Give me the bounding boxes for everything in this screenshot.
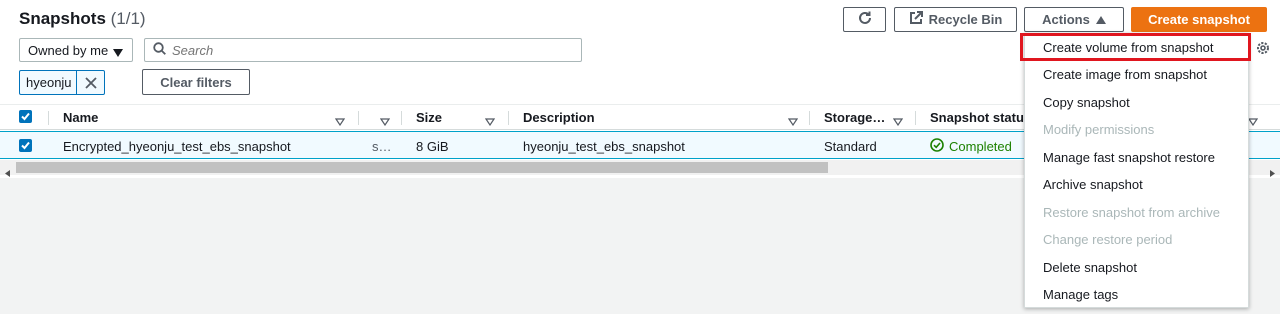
menu-item-manage-tags[interactable]: Manage tags (1043, 287, 1118, 302)
row-name: Encrypted_hyeonju_test_ebs_snapshot (63, 139, 291, 154)
sort-icon[interactable] (1247, 113, 1259, 131)
column-header-name[interactable]: Name (63, 110, 98, 125)
menu-item-delete-snapshot[interactable]: Delete snapshot (1043, 260, 1137, 275)
column-divider (358, 111, 359, 125)
actions-button[interactable]: Actions (1024, 7, 1124, 32)
refresh-button[interactable] (843, 7, 886, 32)
menu-item-restore-from-archive: Restore snapshot from archive (1043, 205, 1221, 220)
recycle-bin-label: Recycle Bin (928, 12, 1003, 27)
sort-icon[interactable] (379, 113, 391, 131)
external-link-icon (909, 11, 923, 28)
column-header-size[interactable]: Size (416, 110, 442, 125)
column-divider (809, 111, 810, 125)
column-header-description[interactable]: Description (523, 110, 595, 125)
row-storage-tier: Standard (824, 139, 877, 154)
check-circle-icon (930, 138, 944, 155)
recycle-bin-button[interactable]: Recycle Bin (894, 7, 1017, 32)
sort-icon[interactable] (334, 113, 346, 131)
search-icon (153, 42, 166, 58)
column-divider (401, 111, 402, 125)
filter-token-label: hyeonju (20, 71, 78, 94)
menu-item-create-image[interactable]: Create image from snapshot (1043, 67, 1207, 82)
row-checkbox[interactable] (19, 139, 32, 152)
caret-down-icon (113, 45, 123, 60)
clear-filters-button[interactable]: Clear filters (142, 69, 250, 95)
column-header-storage[interactable]: Storage… (824, 110, 885, 125)
row-snapshot-id[interactable]: s… (372, 139, 392, 154)
search-field[interactable] (144, 38, 582, 62)
search-input[interactable] (172, 42, 572, 58)
title-text: Snapshots (19, 9, 106, 28)
menu-item-archive-snapshot[interactable]: Archive snapshot (1043, 177, 1143, 192)
gear-icon[interactable] (1255, 40, 1271, 61)
status-text: Completed (949, 139, 1012, 154)
sort-icon[interactable] (787, 113, 799, 131)
column-divider (915, 111, 916, 125)
sort-icon[interactable] (892, 113, 904, 131)
create-snapshot-button[interactable]: Create snapshot (1131, 7, 1267, 32)
row-size: 8 GiB (416, 139, 449, 154)
highlight-box (1020, 33, 1251, 61)
menu-item-change-restore-period: Change restore period (1043, 232, 1173, 247)
menu-item-manage-fast-restore[interactable]: Manage fast snapshot restore (1043, 150, 1215, 165)
column-divider (508, 111, 509, 125)
scroll-left-icon[interactable] (5, 164, 10, 182)
page-title: Snapshots (1/1) (19, 9, 146, 29)
scroll-right-icon[interactable] (1270, 164, 1275, 182)
sort-icon[interactable] (484, 113, 496, 131)
refresh-icon (857, 10, 873, 29)
row-description: hyeonju_test_ebs_snapshot (523, 139, 685, 154)
close-icon[interactable] (77, 76, 104, 89)
actions-dropdown-menu: Create volume from snapshot Create image… (1024, 33, 1249, 308)
column-header-status[interactable]: Snapshot status (930, 110, 1031, 125)
owner-filter-value: Owned by me (28, 42, 109, 58)
selection-count: (1/1) (110, 9, 146, 28)
menu-item-modify-permissions: Modify permissions (1043, 122, 1155, 137)
column-divider (48, 111, 49, 125)
filter-token: hyeonju (19, 70, 105, 95)
actions-label: Actions (1042, 12, 1090, 27)
caret-up-icon (1095, 12, 1106, 27)
owner-filter-select[interactable]: Owned by me (19, 38, 133, 62)
menu-item-copy-snapshot[interactable]: Copy snapshot (1043, 95, 1130, 110)
scrollbar-thumb[interactable] (16, 162, 828, 173)
status-badge: Completed (930, 138, 1012, 155)
select-all-checkbox[interactable] (19, 110, 32, 123)
